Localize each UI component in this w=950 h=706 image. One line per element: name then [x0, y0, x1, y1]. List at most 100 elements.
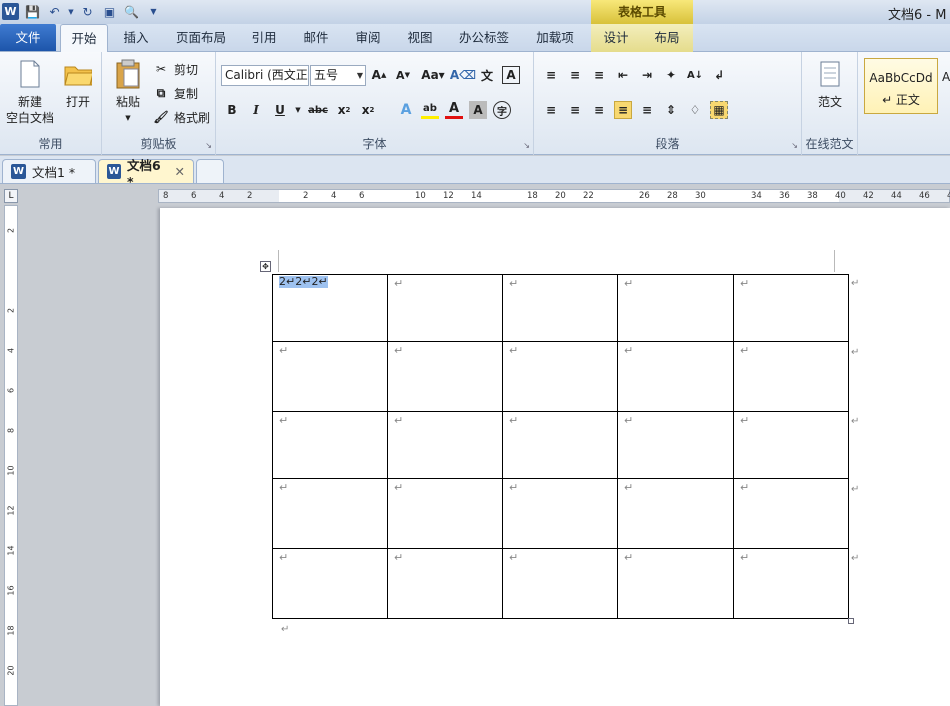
table-cell[interactable]: ↵ — [733, 548, 849, 619]
tab-insert[interactable]: 插入 — [112, 24, 160, 52]
bold-icon[interactable]: B — [223, 101, 241, 119]
phonetic-guide-icon[interactable]: 文 — [478, 66, 496, 84]
table-cell[interactable]: ↵ — [617, 548, 734, 619]
table-cell[interactable]: ↵ — [733, 274, 849, 342]
selected-text[interactable]: 2↵ — [295, 276, 312, 288]
customize-qat-icon[interactable]: ▼ — [145, 3, 162, 20]
char-border-icon[interactable]: A — [502, 66, 520, 84]
table-cell[interactable]: ↵ — [387, 478, 503, 549]
word-logo-icon[interactable]: W — [2, 3, 19, 20]
align-left-icon[interactable]: ≡ — [542, 101, 560, 119]
doc-tab-1[interactable]: W 文档1 * — [2, 159, 96, 183]
table-cell[interactable]: ↵ — [387, 341, 503, 412]
table-cell[interactable]: ↵ — [733, 411, 849, 479]
table-cell[interactable]: ↵ — [502, 478, 618, 549]
tab-home[interactable]: 开始 — [60, 24, 108, 53]
table-cell[interactable]: ↵ — [272, 411, 388, 479]
char-shading-icon[interactable]: A — [469, 101, 487, 119]
subscript-icon[interactable]: x2 — [335, 101, 353, 119]
line-spacing-icon[interactable]: ⇕ — [662, 101, 680, 119]
tab-references[interactable]: 引用 — [242, 24, 286, 52]
tab-mailings[interactable]: 邮件 — [292, 24, 340, 52]
borders-icon[interactable]: ▦ — [710, 101, 728, 119]
tab-selector[interactable]: L — [4, 189, 18, 203]
selected-text[interactable]: 2↵ — [279, 276, 296, 288]
underline-icon[interactable]: U — [271, 101, 289, 119]
font-size-select[interactable]: 五号 ▼ — [310, 65, 366, 86]
table-cell[interactable]: ↵ — [502, 411, 618, 479]
chevron-down-icon[interactable]: ▼ — [295, 101, 301, 119]
table-cell[interactable]: ↵ — [502, 548, 618, 619]
print-preview-icon[interactable]: 🔍 — [123, 3, 140, 20]
distributed-icon[interactable]: ≡ — [638, 101, 656, 119]
strikethrough-icon[interactable]: abc — [307, 101, 329, 119]
shrink-font-icon[interactable]: A ▼ — [394, 66, 412, 84]
increase-indent-icon[interactable]: ⇥ — [638, 66, 656, 84]
tab-page-layout[interactable]: 页面布局 — [164, 24, 238, 52]
font-name-select[interactable]: Calibri (西文正文) — [221, 65, 309, 86]
grow-font-icon[interactable]: A ▲ — [370, 66, 388, 84]
justify-icon[interactable]: ≡ — [614, 101, 632, 119]
highlight-icon[interactable]: ab — [421, 101, 439, 119]
paste-dropdown-icon[interactable]: ▼ — [108, 110, 148, 126]
paste-button[interactable]: 粘贴 ▼ — [108, 58, 148, 126]
save-icon[interactable]: 💾 — [24, 3, 41, 20]
decrease-indent-icon[interactable]: ⇤ — [614, 66, 632, 84]
insert-picture-icon[interactable]: ▣ — [101, 3, 118, 20]
table-cell[interactable]: ↵ — [617, 411, 734, 479]
table-cell[interactable]: ↵ — [617, 478, 734, 549]
document-table[interactable]: 2↵2↵2↵ ↵ ↵ ↵ ↵ ↵ ↵ ↵ ↵ ↵ ↵ ↵ ↵ ↵ ↵ ↵ ↵ ↵ ↵ ↵ ↵ ↵ ↵ ↵ ↵ — [272, 274, 849, 619]
table-cell[interactable]: ↵ — [617, 341, 734, 412]
clear-format-icon[interactable]: A⌫ — [450, 66, 476, 84]
table-cell[interactable]: ↵ — [617, 274, 734, 342]
table-cell[interactable]: ↵ — [502, 341, 618, 412]
tab-view[interactable]: 视图 — [396, 24, 444, 52]
doc-tab-6[interactable]: W 文档6 * ✕ — [98, 158, 194, 189]
horizontal-ruler[interactable]: 8 6 4 2 2 4 6 10 12 14 18 20 22 26 28 30 34 36 38 40 42 44 46 4… — [158, 189, 950, 203]
new-blank-doc-button[interactable]: 新建 空白文档 — [4, 58, 56, 126]
close-icon[interactable]: ✕ — [175, 164, 185, 179]
tab-file[interactable]: 文件 — [0, 24, 56, 51]
cut-button[interactable]: ✂ 剪切 — [152, 60, 198, 78]
table-cell[interactable]: ↵ — [502, 274, 618, 342]
new-tab-button[interactable] — [196, 159, 224, 183]
tab-office-tabs[interactable]: 办公标签 — [448, 24, 520, 52]
table-cell[interactable]: ↵ — [387, 548, 503, 619]
style-next[interactable]: A — [942, 70, 950, 84]
style-normal[interactable]: AaBbCcDd ↵ 正文 — [864, 58, 938, 114]
show-marks-icon[interactable]: ↲ — [710, 66, 728, 84]
vertical-ruler[interactable]: 2 2 4 6 8 10 12 14 16 18 20 — [4, 205, 18, 706]
superscript-icon[interactable]: x2 — [359, 101, 377, 119]
tab-addins[interactable]: 加载项 — [524, 24, 586, 52]
tab-design[interactable]: 设计 — [591, 24, 641, 52]
change-case-icon[interactable]: Aa▾ — [418, 66, 448, 84]
copy-button[interactable]: ⧉ 复制 — [152, 84, 198, 102]
table-cell[interactable]: ↵ — [387, 274, 503, 342]
open-button[interactable]: 打开 — [58, 58, 98, 110]
redo-icon[interactable]: ↻ — [79, 3, 96, 20]
chinese-layout-icon[interactable]: ✦ — [662, 66, 680, 84]
table-cell[interactable]: ↵ — [387, 411, 503, 479]
undo-icon[interactable]: ↶ — [46, 3, 63, 20]
table-cell[interactable]: ↵ — [272, 548, 388, 619]
table-cell[interactable]: ↵ — [733, 478, 849, 549]
table-cell[interactable]: ↵ — [733, 341, 849, 412]
sort-icon[interactable]: A↓ — [686, 66, 704, 84]
fanwen-button[interactable]: 范文 — [808, 58, 852, 110]
numbering-icon[interactable]: ≡ — [566, 66, 584, 84]
table-move-handle-icon[interactable]: ✥ — [260, 261, 271, 272]
table-cell[interactable]: ↵ — [272, 341, 388, 412]
selected-text[interactable]: 2↵ — [311, 276, 328, 288]
shading-icon[interactable]: ♢ — [686, 101, 704, 119]
font-color-icon[interactable]: A — [445, 101, 463, 119]
multilevel-list-icon[interactable]: ≡ — [590, 66, 608, 84]
align-center-icon[interactable]: ≡ — [566, 101, 584, 119]
table-cell[interactable]: ↵ — [272, 478, 388, 549]
enclose-char-icon[interactable]: 字 — [493, 101, 511, 119]
chevron-down-icon[interactable]: ▼ — [68, 3, 74, 20]
tab-review[interactable]: 审阅 — [344, 24, 392, 52]
bullets-icon[interactable]: ≡ — [542, 66, 560, 84]
tab-layout[interactable]: 布局 — [641, 24, 693, 52]
format-painter-button[interactable]: 🖌 格式刷 — [152, 108, 210, 126]
italic-icon[interactable]: I — [247, 101, 265, 119]
